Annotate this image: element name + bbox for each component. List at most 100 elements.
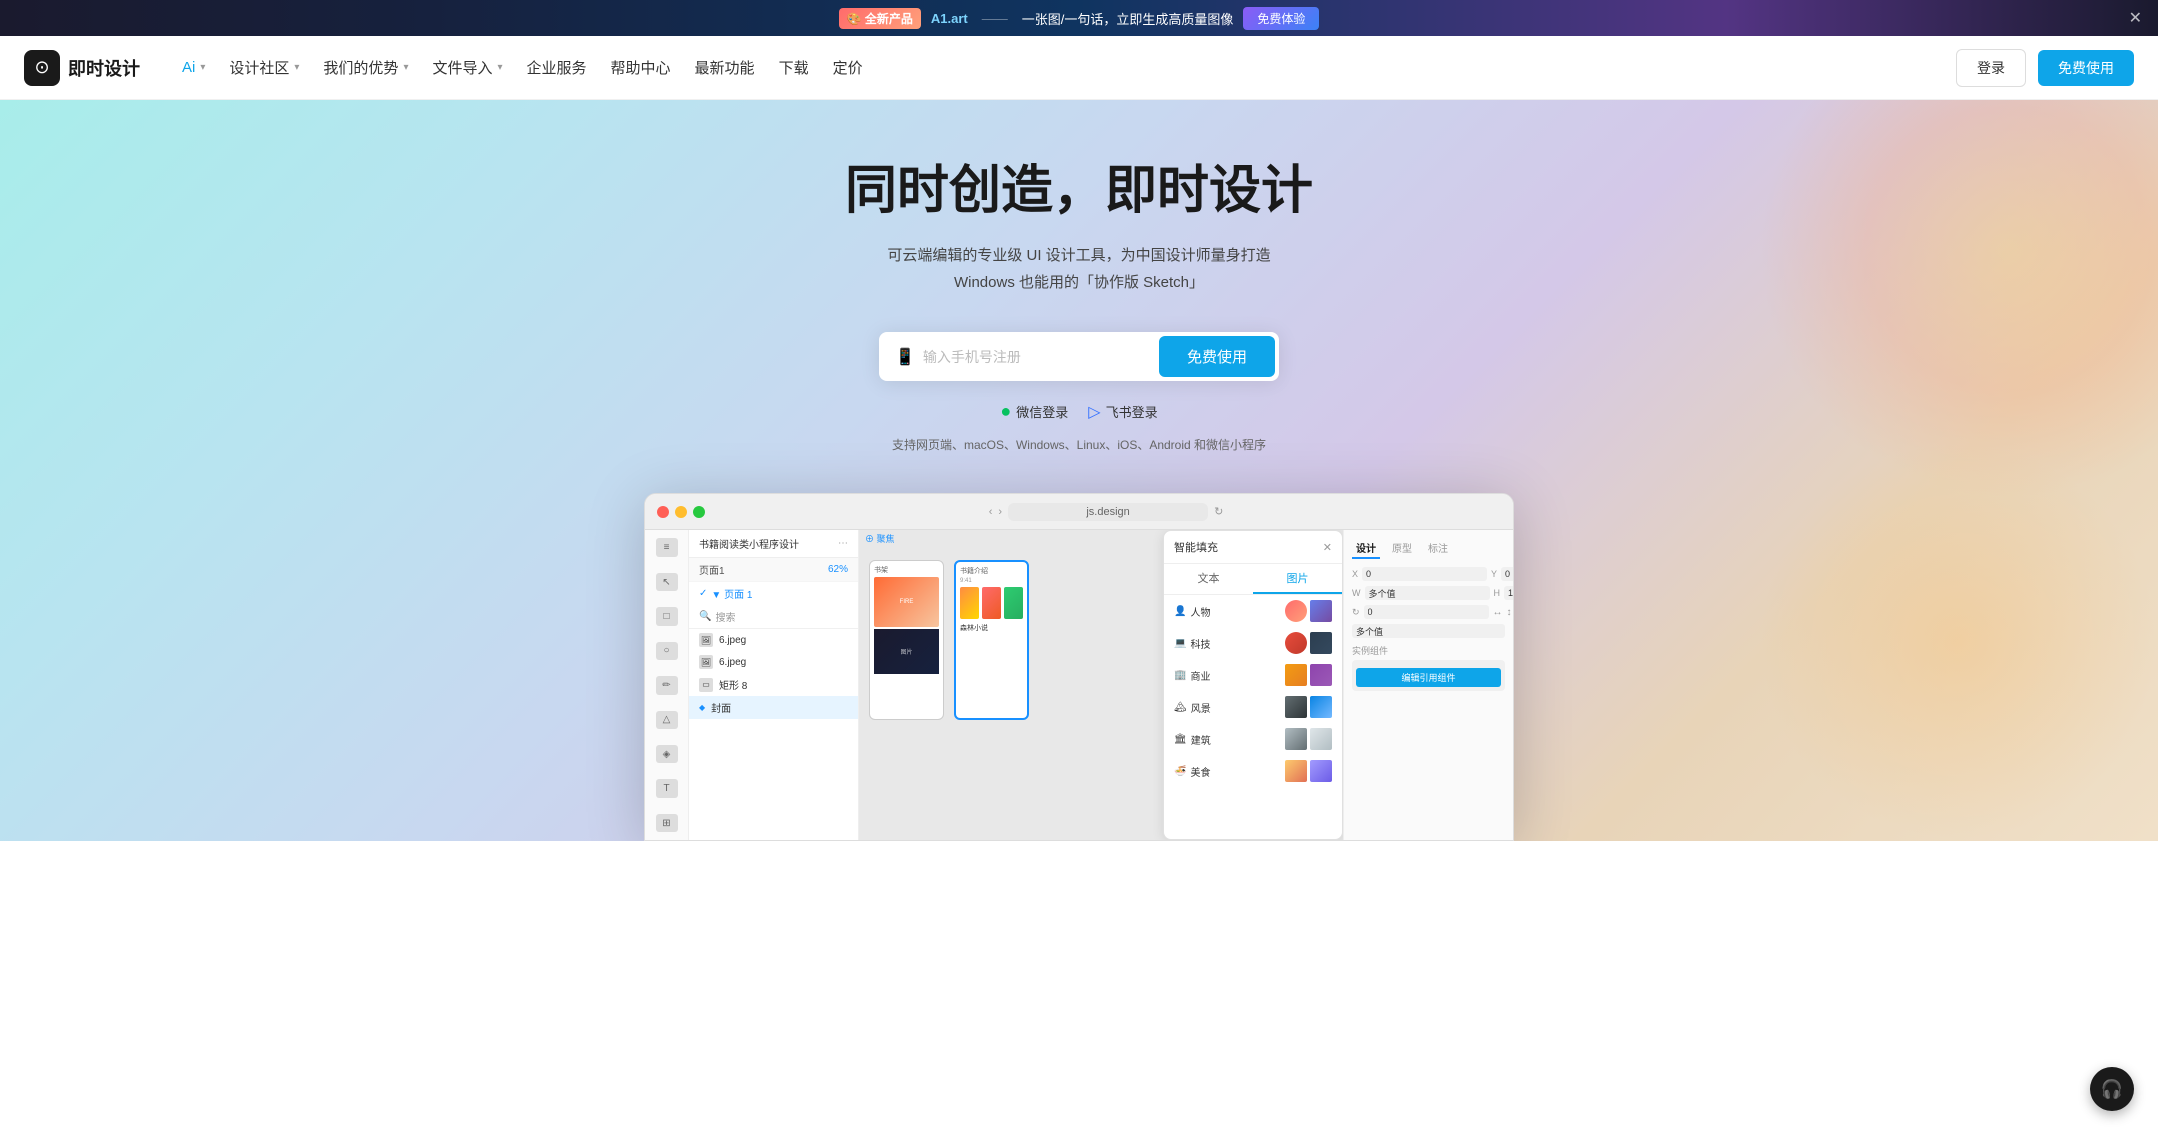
banner-slogan: 一张图/一句话，立即生成高质量图像 [1022,9,1234,28]
nav-item-pricing[interactable]: 定价 [823,51,873,84]
feishu-login-link[interactable]: ▷ 飞书登录 [1088,402,1157,422]
props-xy-row: X Y [1352,567,1505,581]
props-y-input[interactable] [1501,567,1513,581]
props-multi-input[interactable] [1352,624,1505,638]
nav-item-enterprise[interactable]: 企业服务 [517,51,597,84]
sf-thumb[interactable] [1285,664,1307,686]
props-w-input[interactable] [1365,586,1490,600]
diamond-icon: ◆ [699,703,705,712]
circle-tool-icon[interactable]: ○ [656,642,678,660]
fill-tool-icon[interactable]: ◈ [656,745,678,763]
props-tab-annotation[interactable]: 标注 [1424,538,1452,559]
free-use-button[interactable]: 免费使用 [2038,50,2134,86]
hero-input-row: 📱 免费使用 [879,332,1279,381]
banner-cta-button[interactable]: 免费体验 [1243,7,1319,30]
layers-toolbar: 页面1 62% [689,558,858,582]
login-button[interactable]: 登录 [1956,49,2026,87]
phone-input[interactable] [923,349,1159,365]
edit-component-button[interactable]: 编辑引用组件 [1356,668,1501,687]
props-h-input[interactable] [1504,586,1513,600]
hero-section: 同时创造，即时设计 可云端编辑的专业级 UI 设计工具，为中国设计师量身打造 W… [0,100,2158,841]
traffic-light-green [693,506,705,518]
banner-separator: —— [982,11,1008,26]
sf-thumb[interactable] [1285,760,1307,782]
app-url-bar[interactable]: js.design [1008,503,1208,521]
nav-item-design-community[interactable]: 设计社区 ▾ [219,51,309,84]
sf-thumb[interactable] [1310,760,1332,782]
component-area: 编辑引用组件 [1352,660,1505,691]
pen-tool-icon[interactable]: ✏ [656,676,678,694]
chevron-down-icon: ▾ [294,62,299,73]
wechat-login-link[interactable]: ● 微信登录 [1000,401,1068,422]
nav-item-download[interactable]: 下载 [769,51,819,84]
nav-forward-icon[interactable]: › [998,506,1002,518]
flip-v-icon[interactable]: ↕ [1507,607,1512,618]
sf-close-icon[interactable]: ✕ [1323,541,1332,554]
props-rotation-input[interactable] [1364,605,1489,619]
sf-thumb[interactable] [1310,632,1332,654]
sf-thumb[interactable] [1285,632,1307,654]
banner-content: 🎨 全新产品 A1.art —— 一张图/一句话，立即生成高质量图像 免费体验 [839,7,1320,30]
nav-item-file-import[interactable]: 文件导入 ▾ [422,51,512,84]
sf-category-architecture: 🏛 建筑 [1164,723,1342,755]
current-page-label: ✓ ▼ 页面 1 [689,582,858,605]
props-tabs: 设计 原型 标注 [1352,538,1505,559]
nav-item-new-features[interactable]: 最新功能 [685,51,765,84]
banner-close-icon[interactable]: ✕ [2129,8,2142,28]
sf-category-tech: 💻 科技 [1164,627,1342,659]
nav-item-help[interactable]: 帮助中心 [601,51,681,84]
layers-options-icon[interactable]: ⋯ [838,538,848,549]
hero-platforms: 支持网页端、macOS、Windows、Linux、iOS、Android 和微… [892,436,1266,453]
layer-item[interactable]: ▭ 矩形 8 [689,673,858,696]
category-icon: 💻 [1174,638,1186,649]
sf-tab-image[interactable]: 图片 [1253,564,1342,594]
menu-icon[interactable]: ≡ [656,538,678,556]
sf-thumb[interactable] [1285,696,1307,718]
layer-item[interactable]: 🖼 6.jpeg [689,651,858,673]
props-h-label: H [1494,588,1501,598]
layer-item[interactable]: 🖼 6.jpeg [689,629,858,651]
hero-subtitle: 可云端编辑的专业级 UI 设计工具，为中国设计师量身打造 Windows 也能用… [887,242,1270,296]
image-tool-icon[interactable]: ⊞ [656,814,678,832]
nav-item-ai[interactable]: Ai ▾ [172,53,215,82]
props-tab-prototype[interactable]: 原型 [1388,538,1416,559]
sf-category-people: 👤 人物 [1164,595,1342,627]
sf-tabs: 文本 图片 [1164,564,1342,595]
support-button[interactable]: 🎧 [2090,1067,2134,1111]
sf-thumbnails [1285,760,1332,782]
banner-product-name: A1.art [931,11,968,26]
refresh-icon[interactable]: ↻ [1214,505,1223,518]
sf-thumb[interactable] [1310,664,1332,686]
banner-new-badge: 🎨 全新产品 [839,8,921,29]
props-tab-design[interactable]: 设计 [1352,538,1380,559]
headphone-icon: 🎧 [2101,1079,2123,1100]
props-rotation-row: ↻ ↔ ↕ [1352,605,1505,619]
header-actions: 登录 免费使用 [1956,49,2134,87]
logo-link[interactable]: ⊙ 即时设计 [24,50,140,86]
sf-tab-text[interactable]: 文本 [1164,564,1253,594]
props-wh-row: W H [1352,586,1505,600]
layer-item-selected[interactable]: ◆ 封面 [689,696,858,719]
hero-free-button[interactable]: 免费使用 [1159,336,1275,377]
flip-h-icon[interactable]: ↔ [1493,607,1503,618]
sf-thumb[interactable] [1285,728,1307,750]
layers-header: 书籍阅读类小程序设计 ⋯ [689,530,858,558]
chevron-down-icon: ▾ [403,62,408,73]
sf-thumb[interactable] [1310,728,1332,750]
layers-search: 🔍 搜索 [689,605,858,629]
props-x-input[interactable] [1362,567,1487,581]
traffic-light-yellow [675,506,687,518]
triangle-tool-icon[interactable]: △ [656,711,678,729]
frame-tool-icon[interactable]: □ [656,607,678,625]
cursor-icon[interactable]: ↖ [656,573,678,591]
sf-thumb[interactable] [1285,600,1307,622]
text-tool-icon[interactable]: T [656,779,678,797]
layer-thumb: ▭ [699,678,713,692]
nav-item-advantages[interactable]: 我们的优势 ▾ [313,51,418,84]
nav-back-icon[interactable]: ‹ [989,506,993,518]
sf-thumb[interactable] [1310,600,1332,622]
category-icon: 🏛 [1174,734,1187,745]
sf-thumb[interactable] [1310,696,1332,718]
app-properties-panel: 设计 原型 标注 X Y W H ↻ [1343,530,1513,840]
props-multi-input-row [1352,624,1505,638]
